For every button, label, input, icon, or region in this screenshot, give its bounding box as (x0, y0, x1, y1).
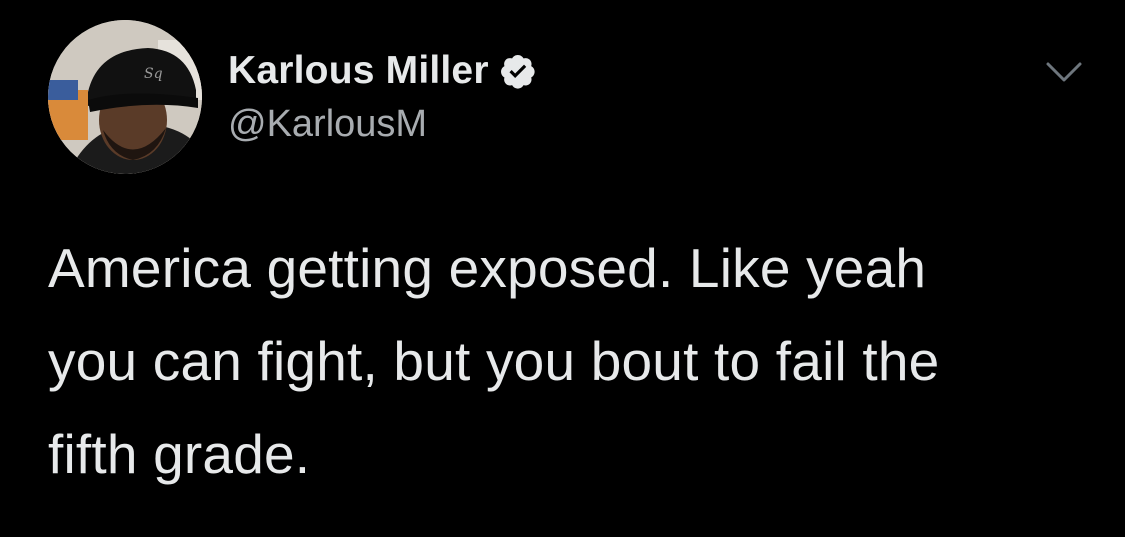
display-name[interactable]: Karlous Miller (228, 49, 489, 93)
verified-badge-icon (499, 52, 537, 90)
tweet-card: Sq Karlous Miller @KarlousM America gett… (0, 0, 1125, 537)
author-handle[interactable]: @KarlousM (228, 103, 427, 146)
tweet-text-line: you can fight, but you bout to fail the (48, 330, 940, 392)
avatar-photo: Sq (48, 20, 202, 174)
tweet-text-line: fifth grade. (48, 423, 311, 485)
svg-text:Sq: Sq (144, 66, 163, 82)
avatar[interactable]: Sq (48, 20, 202, 174)
author-name-row[interactable]: Karlous Miller (228, 48, 537, 94)
chevron-down-icon[interactable] (1044, 58, 1084, 86)
tweet-text: America getting exposed. Like yeah you c… (48, 222, 1098, 501)
tweet-text-line: America getting exposed. Like yeah (48, 237, 927, 299)
